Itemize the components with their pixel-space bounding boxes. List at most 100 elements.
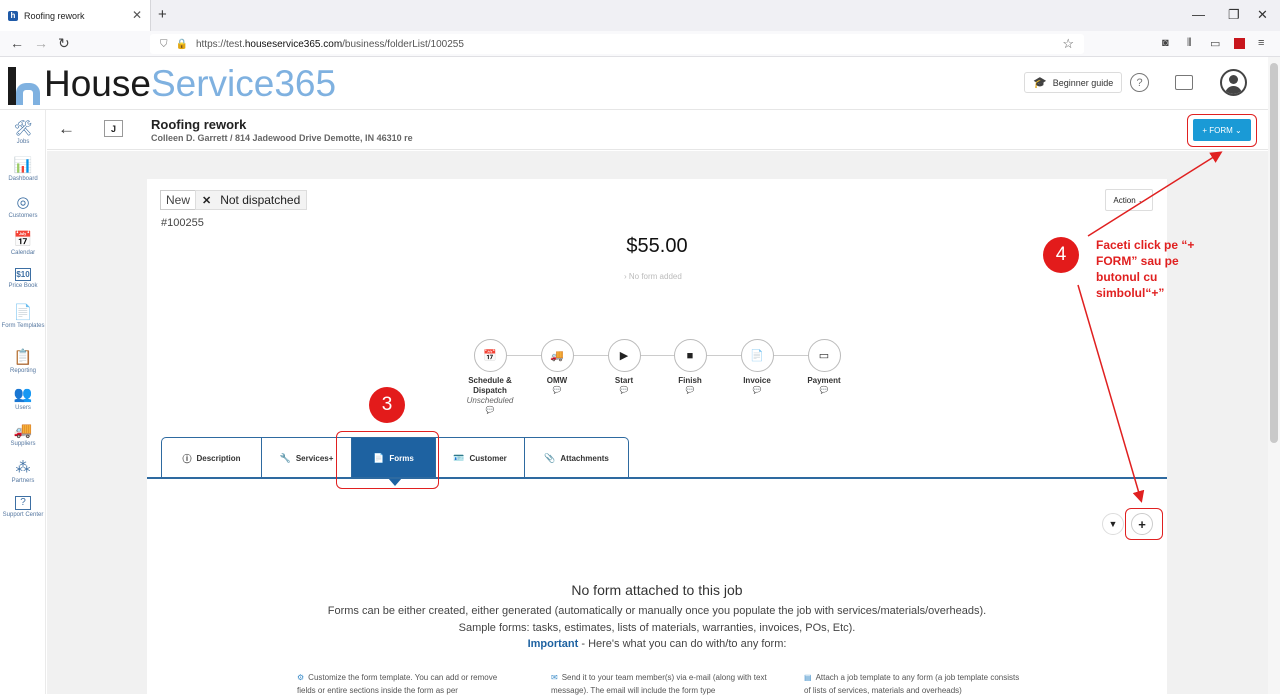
forms-tab-highlight bbox=[336, 431, 439, 489]
pocket-icon[interactable]: ◙ bbox=[1162, 37, 1169, 49]
job-title-bar: ← J Roofing rework Colleen D. Garrett / … bbox=[47, 110, 1268, 150]
sidebar-item-form-templates[interactable]: 📄 Form Templates bbox=[0, 304, 46, 329]
sidebar-item-reporting[interactable]: 📋 Reporting bbox=[0, 349, 46, 374]
sidebar-item-partners[interactable]: ⁂ Partners bbox=[0, 459, 46, 484]
houseservice365-logo[interactable]: House Service365 bbox=[6, 63, 336, 105]
close-window-icon[interactable]: ✕ bbox=[1257, 7, 1268, 23]
status-new-badge: New bbox=[160, 190, 197, 210]
sidebar-item-dashboard[interactable]: 📊 Dashboard bbox=[0, 157, 46, 182]
library-icon[interactable]: ⫴ bbox=[1187, 37, 1192, 50]
sidebar-item-jobs[interactable]: 🛠 Jobs bbox=[0, 120, 46, 145]
extension-icon[interactable] bbox=[1234, 38, 1245, 49]
browser-nav-bar: ← → ↻ ⛉ 🔒 https://test. houseservice365.c… bbox=[0, 31, 1280, 57]
back-icon[interactable]: ← bbox=[10, 35, 24, 51]
sidebar-item-label: Calendar bbox=[10, 250, 36, 256]
comment-icon: 💬 bbox=[819, 387, 829, 394]
back-arrow-icon[interactable]: ← bbox=[58, 119, 75, 139]
beginner-guide-label: Beginner guide bbox=[1052, 77, 1114, 88]
support-icon: ? bbox=[15, 496, 31, 510]
filter-icon[interactable]: ▼ bbox=[1102, 513, 1124, 535]
sidebar-toggle-icon[interactable]: ▭ bbox=[1210, 37, 1220, 50]
dispatch-status-badge[interactable]: ✕ Not dispatched bbox=[195, 190, 308, 210]
tab-customer[interactable]: 🪪 Customer bbox=[435, 437, 524, 478]
reload-icon[interactable]: ↻ bbox=[58, 35, 70, 52]
forward-icon[interactable]: → bbox=[34, 35, 48, 51]
url-domain: houseservice365.com bbox=[244, 38, 343, 50]
job-type-badge: J bbox=[104, 120, 123, 137]
play-icon: ▶ bbox=[607, 339, 641, 372]
logo-text-service: Service365 bbox=[150, 63, 337, 104]
sidebar-item-calendar[interactable]: 📅 Calendar bbox=[0, 231, 46, 256]
tip-send: ✉ Send it to your team member(s) via e-ma… bbox=[551, 671, 771, 697]
partners-icon: ⁂ bbox=[15, 459, 31, 476]
sidebar-item-label: Users bbox=[15, 405, 31, 411]
close-tab-icon[interactable]: ✕ bbox=[132, 8, 142, 22]
template-icon: ▤ bbox=[804, 673, 812, 682]
sidebar-item-price-book[interactable]: $10 Price Book bbox=[0, 268, 46, 289]
user-avatar-icon[interactable] bbox=[1220, 69, 1247, 96]
step-label: Payment bbox=[807, 376, 841, 385]
sidebar-item-label: Jobs bbox=[16, 139, 30, 145]
page-scrollbar[interactable] bbox=[1268, 57, 1280, 694]
sidebar-item-suppliers[interactable]: 🚚 Suppliers bbox=[0, 422, 46, 447]
comment-icon: 💬 bbox=[619, 387, 629, 394]
minimize-icon[interactable]: — bbox=[1192, 7, 1205, 22]
no-form-added-text[interactable]: › No form added bbox=[624, 272, 682, 281]
logo-mark-icon bbox=[6, 67, 40, 105]
sidebar-item-label: Customers bbox=[8, 213, 38, 219]
comment-icon: 💬 bbox=[685, 387, 695, 394]
job-title: Roofing rework bbox=[151, 117, 247, 132]
job-card: New ✕ Not dispatched #100255 Action ⌄ $5… bbox=[147, 179, 1167, 697]
help-icon[interactable]: ? bbox=[1130, 73, 1149, 92]
tip-customize: ⚙ Customize the form template. You can ad… bbox=[297, 671, 517, 697]
step-start[interactable]: ▶ Start 💬 bbox=[589, 339, 659, 394]
step-schedule-dispatch[interactable]: 📅 Schedule & Dispatch Unscheduled 💬 bbox=[455, 339, 525, 414]
step-payment[interactable]: ▭ Payment 💬 bbox=[789, 339, 859, 394]
beginner-guide-button[interactable]: 🎓 Beginner guide bbox=[1024, 72, 1123, 93]
step-sublabel: Unscheduled bbox=[466, 396, 514, 405]
step-invoice[interactable]: 📄 Invoice 💬 bbox=[722, 339, 792, 394]
step-omw[interactable]: 🚚 OMW 💬 bbox=[522, 339, 592, 394]
tab-description[interactable]: ⓘ Description bbox=[161, 437, 261, 478]
forms-info-line2: Sample forms: tasks, estimates, lists of… bbox=[458, 622, 856, 634]
browser-tab[interactable]: h Roofing rework ✕ bbox=[0, 0, 151, 31]
browser-tab-bar: h Roofing rework ✕ + — ❐ ✕ bbox=[0, 0, 1280, 31]
bookmark-star-icon[interactable]: ☆ bbox=[1062, 36, 1074, 52]
sidebar-item-customers[interactable]: ◎ Customers bbox=[0, 194, 46, 219]
comment-icon: 💬 bbox=[552, 387, 562, 394]
tab-label: Description bbox=[196, 453, 241, 463]
job-workspace: New ✕ Not dispatched #100255 Action ⌄ $5… bbox=[47, 151, 1268, 697]
job-customer-address: Colleen D. Garrett / 814 Jadewood Drive … bbox=[151, 133, 413, 143]
id-card-icon: 🪪 bbox=[453, 452, 465, 463]
step-finish[interactable]: ■ Finish 💬 bbox=[655, 339, 725, 394]
scrollbar-thumb[interactable] bbox=[1270, 63, 1278, 443]
users-icon: 👥 bbox=[13, 386, 33, 403]
tools-icon: 🛠 bbox=[13, 120, 33, 137]
comment-icon: 💬 bbox=[485, 407, 495, 414]
invoice-icon: 📄 bbox=[740, 339, 774, 372]
new-tab-icon[interactable]: + bbox=[158, 6, 167, 23]
tab-attachments[interactable]: 📎 Attachments bbox=[524, 437, 629, 478]
sidebar-item-support-center[interactable]: ? Support Center bbox=[0, 496, 46, 518]
folder-icon[interactable] bbox=[1175, 75, 1193, 90]
tab-label: Customer bbox=[469, 453, 507, 463]
tab-label: Services+ bbox=[295, 453, 334, 463]
job-number: #100255 bbox=[161, 217, 204, 229]
price-tag-icon: $10 bbox=[15, 268, 31, 281]
document-icon: 📄 bbox=[13, 304, 33, 321]
tip-text: Customize the form template. You can add… bbox=[297, 673, 498, 695]
calendar-check-icon: 📅 bbox=[473, 339, 507, 372]
step-label: OMW bbox=[546, 376, 568, 385]
gear-icon: ⚙ bbox=[297, 673, 305, 682]
restore-icon[interactable]: ❐ bbox=[1228, 7, 1240, 23]
url-bar[interactable]: ⛉ 🔒 https://test. houseservice365.com/bus… bbox=[150, 34, 1084, 54]
sidebar-item-label: Reporting bbox=[9, 368, 36, 374]
sidebar-item-users[interactable]: 👥 Users bbox=[0, 386, 46, 411]
step-3-badge: 3 bbox=[369, 387, 405, 423]
calendar-icon: 📅 bbox=[13, 231, 33, 248]
step-4-badge: 4 bbox=[1043, 237, 1079, 273]
action-dropdown-button[interactable]: Action ⌄ bbox=[1105, 189, 1153, 211]
menu-icon[interactable]: ≡ bbox=[1258, 37, 1264, 49]
step-label: Invoice bbox=[743, 376, 771, 385]
info-icon: ⓘ bbox=[182, 453, 192, 464]
